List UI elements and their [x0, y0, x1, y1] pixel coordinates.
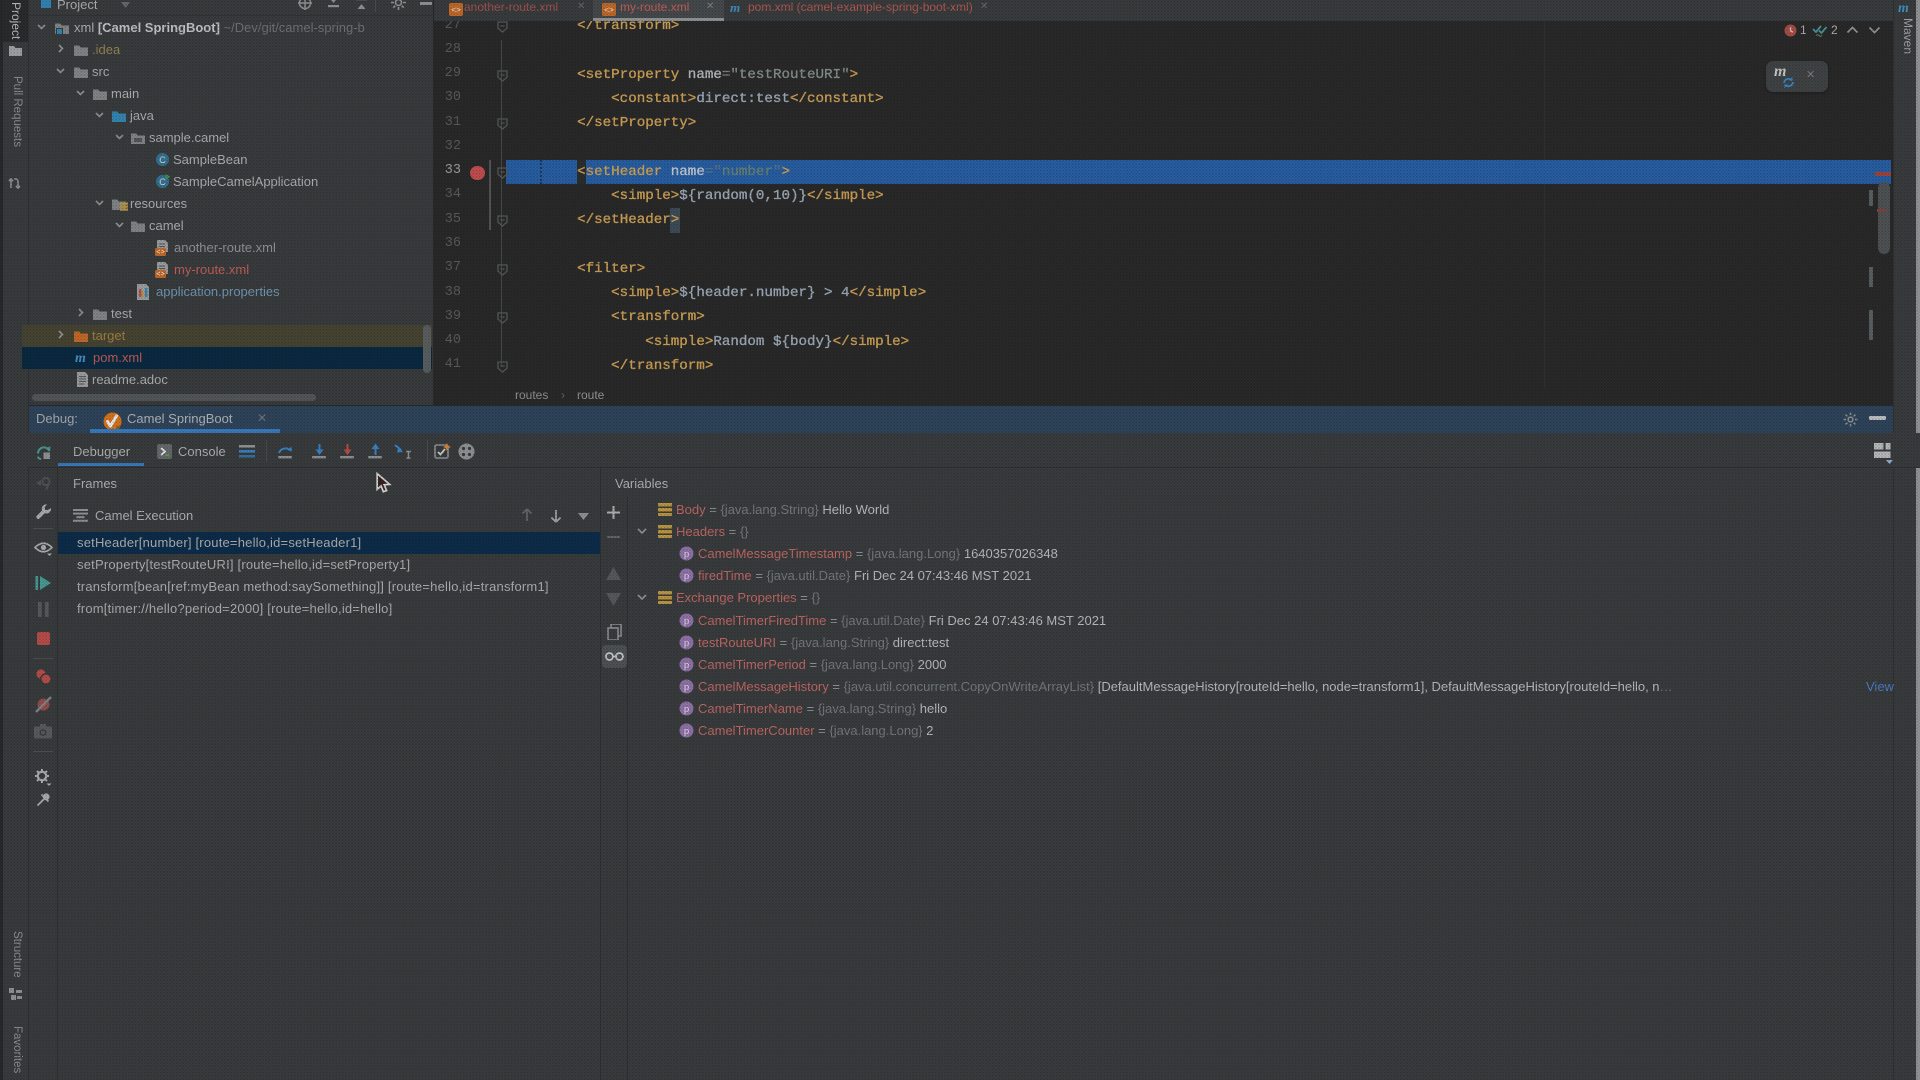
svg-text:C: C — [159, 177, 166, 187]
svg-text:p: p — [684, 616, 689, 627]
svg-text:p: p — [684, 571, 689, 582]
svg-text:p: p — [684, 549, 689, 560]
svg-text:p: p — [684, 704, 689, 715]
svg-text:<>: <> — [451, 7, 461, 16]
svg-text:<>: <> — [156, 249, 164, 256]
svg-text:p: p — [684, 638, 689, 649]
svg-text:p: p — [684, 726, 689, 737]
svg-text:p: p — [684, 660, 689, 671]
svg-text:m: m — [75, 351, 86, 365]
svg-text:C: C — [159, 155, 166, 165]
svg-text:<>: <> — [156, 271, 164, 278]
svg-text:<>: <> — [604, 7, 614, 16]
svg-text:p: p — [684, 682, 689, 693]
